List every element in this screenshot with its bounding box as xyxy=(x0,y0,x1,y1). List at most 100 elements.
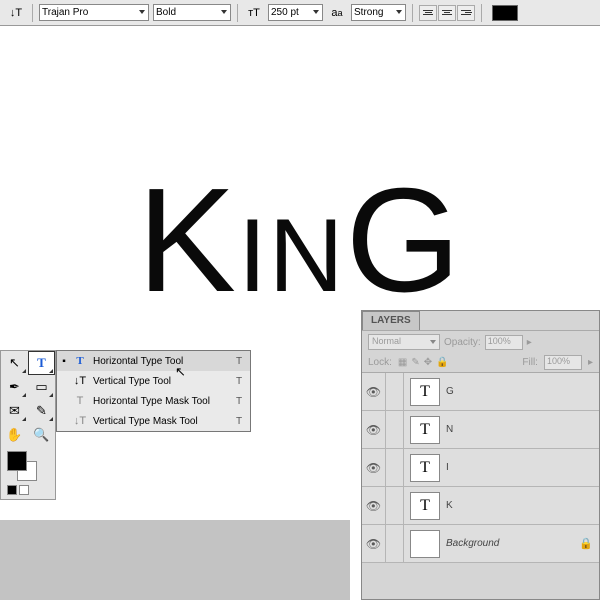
flyout-item-horizontal-type[interactable]: ▪ T Horizontal Type Tool T xyxy=(57,351,250,371)
type-tool-icon: ↓T xyxy=(6,4,26,22)
path-select-tool[interactable]: ↖ xyxy=(1,351,28,375)
link-cell[interactable] xyxy=(386,449,404,486)
font-family-value: Trajan Pro xyxy=(42,7,88,18)
canvas-text: KING xyxy=(0,156,600,327)
flyout-label: Horizontal Type Mask Tool xyxy=(93,396,230,407)
link-cell[interactable] xyxy=(386,411,404,448)
pasteboard xyxy=(0,520,350,600)
flyout-shortcut: T xyxy=(236,356,246,367)
layer-thumb[interactable]: T xyxy=(410,492,440,520)
layer-thumb[interactable]: T xyxy=(410,378,440,406)
opacity-input[interactable]: 100% xyxy=(485,335,523,350)
antialias-value: Strong xyxy=(354,7,383,18)
font-size-value: 250 pt xyxy=(271,7,299,18)
layers-panel: LAYERS Normal Opacity: 100% ▸ Lock: ▦ ✎ … xyxy=(361,310,600,600)
horizontal-mask-icon: T xyxy=(73,395,87,407)
lock-label: Lock: xyxy=(368,357,392,368)
separator xyxy=(481,4,482,22)
layer-thumb[interactable] xyxy=(410,530,440,558)
zoom-tool[interactable]: 🔍 xyxy=(28,423,55,447)
link-cell[interactable] xyxy=(386,525,404,562)
tools-palette: ↖ T ✒ ▭ ✉ ✎ ✋ 🔍 xyxy=(0,350,56,500)
layers-options-row: Normal Opacity: 100% ▸ xyxy=(362,331,599,353)
layer-row[interactable]: 👁 T N xyxy=(362,411,599,449)
vertical-type-icon: ↓T xyxy=(73,375,87,387)
flyout-label: Horizontal Type Tool xyxy=(93,356,230,367)
fill-input[interactable]: 100% xyxy=(544,355,582,370)
pen-tool[interactable]: ✒ xyxy=(1,375,28,399)
layer-name[interactable]: Background xyxy=(446,538,579,549)
type-tool[interactable]: T xyxy=(28,351,55,375)
layer-name[interactable]: K xyxy=(446,500,599,511)
lock-pixels-icon[interactable]: ✎ xyxy=(411,357,419,368)
antialias-select[interactable]: Strong xyxy=(351,4,406,21)
canvas-text-in: IN xyxy=(238,197,346,313)
eyedropper-tool[interactable]: ✎ xyxy=(28,399,55,423)
foreground-color-swatch[interactable] xyxy=(7,451,27,471)
separator xyxy=(412,4,413,22)
layer-thumb[interactable]: T xyxy=(410,416,440,444)
layer-name[interactable]: N xyxy=(446,424,599,435)
font-weight-value: Bold xyxy=(156,7,176,18)
notes-tool[interactable]: ✉ xyxy=(1,399,28,423)
fill-label: Fill: xyxy=(522,357,538,368)
layer-thumb[interactable]: T xyxy=(410,454,440,482)
visibility-toggle[interactable]: 👁 xyxy=(362,411,386,448)
shape-tool[interactable]: ▭ xyxy=(28,375,55,399)
layers-list: 👁 T G 👁 T N 👁 T I 👁 T K 👁 Backgroun xyxy=(362,373,599,563)
hand-tool[interactable]: ✋ xyxy=(1,423,28,447)
align-right-button[interactable] xyxy=(457,5,475,21)
selected-dot-icon: ▪ xyxy=(61,356,67,367)
font-size-icon: тT xyxy=(244,4,264,22)
lock-all-icon[interactable]: 🔒 xyxy=(436,357,448,368)
horizontal-type-icon: T xyxy=(73,355,87,367)
flyout-shortcut: T xyxy=(236,396,246,407)
flyout-label: Vertical Type Mask Tool xyxy=(93,416,230,427)
visibility-toggle[interactable]: 👁 xyxy=(362,449,386,486)
text-color-swatch[interactable] xyxy=(492,5,518,21)
flyout-item-vertical-mask[interactable]: ↓T Vertical Type Mask Tool T xyxy=(57,411,250,431)
opacity-label: Opacity: xyxy=(444,337,481,348)
visibility-toggle[interactable]: 👁 xyxy=(362,525,386,562)
layer-name[interactable]: I xyxy=(446,462,599,473)
text-align-group xyxy=(419,5,475,21)
lock-icons: ▦ ✎ ✥ 🔒 xyxy=(398,357,449,368)
lock-icon: 🔒 xyxy=(579,537,599,550)
layers-lock-row: Lock: ▦ ✎ ✥ 🔒 Fill: 100% ▸ xyxy=(362,353,599,373)
separator xyxy=(32,4,33,22)
type-options-bar: ↓T Trajan Pro Bold тT 250 pt aa Strong xyxy=(0,0,600,26)
antialias-icon: aa xyxy=(327,4,347,22)
flyout-item-horizontal-mask[interactable]: T Horizontal Type Mask Tool T xyxy=(57,391,250,411)
flyout-item-vertical-type[interactable]: ↓T Vertical Type Tool T xyxy=(57,371,250,391)
lock-transparency-icon[interactable]: ▦ xyxy=(398,357,407,368)
layer-row-background[interactable]: 👁 Background 🔒 xyxy=(362,525,599,563)
opacity-arrow-icon[interactable]: ▸ xyxy=(527,337,532,348)
canvas-text-g: G xyxy=(346,158,463,323)
separator xyxy=(237,4,238,22)
layer-row[interactable]: 👁 T K xyxy=(362,487,599,525)
panel-tabs: LAYERS xyxy=(362,311,599,331)
visibility-toggle[interactable]: 👁 xyxy=(362,373,386,410)
layer-row[interactable]: 👁 T I xyxy=(362,449,599,487)
link-cell[interactable] xyxy=(386,373,404,410)
blend-mode-select[interactable]: Normal xyxy=(368,334,440,350)
layers-tab[interactable]: LAYERS xyxy=(362,311,420,330)
align-center-button[interactable] xyxy=(438,5,456,21)
lock-position-icon[interactable]: ✥ xyxy=(424,357,432,368)
vertical-mask-icon: ↓T xyxy=(73,415,87,427)
color-swatches[interactable] xyxy=(1,447,55,499)
font-size-select[interactable]: 250 pt xyxy=(268,4,323,21)
font-weight-select[interactable]: Bold xyxy=(153,4,231,21)
flyout-shortcut: T xyxy=(236,416,246,427)
flyout-label: Vertical Type Tool xyxy=(93,376,230,387)
layer-row[interactable]: 👁 T G xyxy=(362,373,599,411)
align-left-button[interactable] xyxy=(419,5,437,21)
canvas-text-k: K xyxy=(137,158,238,323)
link-cell[interactable] xyxy=(386,487,404,524)
fill-arrow-icon[interactable]: ▸ xyxy=(588,357,593,368)
type-tool-flyout: ▪ T Horizontal Type Tool T ↓T Vertical T… xyxy=(56,350,251,432)
font-family-select[interactable]: Trajan Pro xyxy=(39,4,149,21)
layer-name[interactable]: G xyxy=(446,386,599,397)
flyout-shortcut: T xyxy=(236,376,246,387)
visibility-toggle[interactable]: 👁 xyxy=(362,487,386,524)
